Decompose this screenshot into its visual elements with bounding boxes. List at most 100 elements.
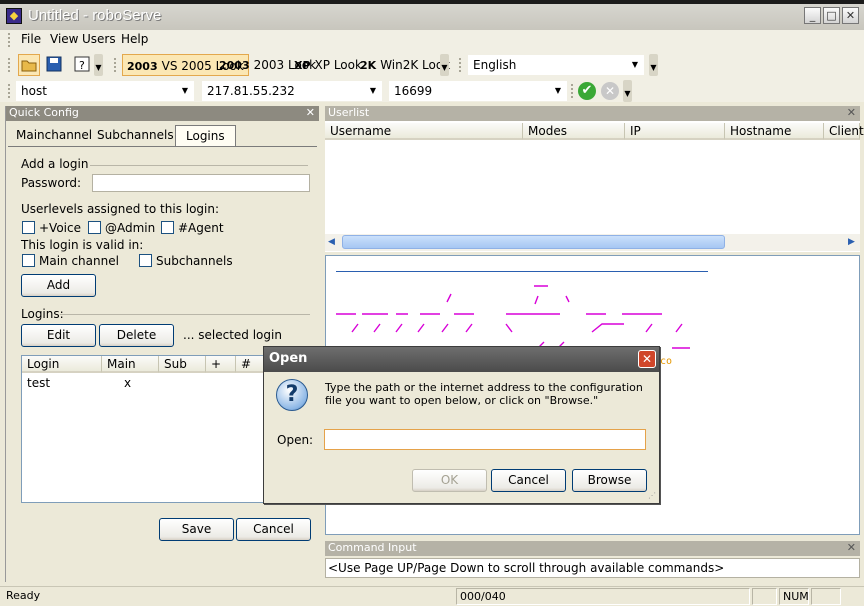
help-icon[interactable]: ? xyxy=(72,54,92,76)
tab-subchannels[interactable]: Subchannels xyxy=(87,125,184,146)
language-value: English xyxy=(473,58,517,72)
status-text: Ready xyxy=(6,589,41,602)
tab-logins[interactable]: Logins xyxy=(175,125,236,146)
col-voice[interactable]: + xyxy=(206,356,236,373)
main-toolbar: ? ▼ 2003 VS 2005 Look 2003 2003 Look XP XP … xyxy=(0,50,864,80)
toolbar-grip[interactable] xyxy=(8,58,11,72)
horizontal-scrollbar[interactable]: ◀ ▶ xyxy=(325,234,860,251)
dialog-cancel-button[interactable]: Cancel xyxy=(491,469,566,492)
toolbar-overflow-icon[interactable]: ▼ xyxy=(94,54,103,76)
menu-bar: File View Users Help xyxy=(0,30,864,50)
agent-label: #Agent xyxy=(178,221,224,235)
scroll-left-icon[interactable]: ◀ xyxy=(328,237,335,247)
ip-value: 217.81.55.232 xyxy=(207,84,295,98)
col-sub[interactable]: Sub xyxy=(159,356,206,373)
connection-overflow-icon[interactable]: ▼ xyxy=(623,80,632,102)
resize-grip-icon[interactable]: ⋰ xyxy=(648,491,656,500)
open-path-input[interactable] xyxy=(324,429,646,450)
save-button[interactable]: Save xyxy=(159,518,234,541)
status-scroll xyxy=(811,588,841,605)
subchannels-checkbox[interactable] xyxy=(139,254,152,267)
title-bar: ◆ Untitled - roboServe _ □ ✕ xyxy=(0,0,864,30)
password-input[interactable] xyxy=(92,174,310,192)
col-client[interactable]: Client xyxy=(824,123,864,140)
admin-checkbox[interactable] xyxy=(88,221,101,234)
status-counter: 000/040 xyxy=(456,588,750,605)
maximize-button[interactable]: □ xyxy=(823,7,840,24)
look-xp-button[interactable]: XP XP Look xyxy=(290,54,366,76)
col-modes[interactable]: Modes xyxy=(523,123,625,140)
toolbar-grip-2[interactable] xyxy=(114,58,117,72)
console-divider xyxy=(336,271,708,272)
browse-button[interactable]: Browse xyxy=(572,469,647,492)
edit-button[interactable]: Edit xyxy=(21,324,96,347)
menu-view[interactable]: View xyxy=(50,32,78,46)
voice-checkbox[interactable] xyxy=(22,221,35,234)
port-value: 16699 xyxy=(394,84,433,98)
host-value: host xyxy=(21,84,47,98)
table-row[interactable]: test x xyxy=(22,375,268,391)
logins-list[interactable]: Login Main Sub + # test x xyxy=(21,355,270,503)
host-select[interactable]: host ▼ xyxy=(16,81,194,101)
ok-button[interactable]: OK xyxy=(412,469,487,492)
delete-button[interactable]: Delete xyxy=(99,324,174,347)
dialog-title-bar: Open xyxy=(264,347,659,372)
language-select[interactable]: English ▼ xyxy=(468,55,644,75)
connection-toolbar: host ▼ 217.81.55.232 ▼ 16699 ▼ ✔ ✕ ▼ xyxy=(0,80,864,102)
looks-overflow-icon[interactable]: ▼ xyxy=(440,54,449,76)
minimize-button[interactable]: _ xyxy=(804,7,821,24)
look-win2k-badge: 2K xyxy=(360,59,377,72)
command-input-title: Command Input xyxy=(328,541,417,554)
connection-grip[interactable] xyxy=(8,84,11,98)
main-channel-checkbox[interactable] xyxy=(22,254,35,267)
quick-config-panel: Quick Config ✕ Mainchannel Subchannels L… xyxy=(5,106,319,582)
status-caps xyxy=(752,588,777,605)
scroll-right-icon[interactable]: ▶ xyxy=(848,237,855,247)
menu-help[interactable]: Help xyxy=(121,32,148,46)
close-icon[interactable]: ✕ xyxy=(847,106,856,120)
close-icon[interactable]: ✕ xyxy=(306,106,315,120)
chevron-down-icon: ▼ xyxy=(369,86,376,95)
save-icon[interactable] xyxy=(44,54,64,76)
col-main[interactable]: Main xyxy=(102,356,159,373)
look-2003-badge: 2003 xyxy=(219,59,250,72)
col-hostname[interactable]: Hostname xyxy=(725,123,824,140)
close-icon[interactable]: ✕ xyxy=(847,541,856,555)
subchannels-label: Subchannels xyxy=(156,254,233,268)
connect-check-icon[interactable]: ✔ xyxy=(578,82,596,100)
look-xp-badge: XP xyxy=(294,59,311,72)
command-input-field[interactable]: <Use Page UP/Page Down to scroll through… xyxy=(325,558,860,578)
language-overflow-icon[interactable]: ▼ xyxy=(649,54,658,76)
question-icon: ? xyxy=(276,379,308,411)
scroll-thumb[interactable] xyxy=(342,235,725,249)
disconnect-icon[interactable]: ✕ xyxy=(601,82,619,100)
cancel-button[interactable]: Cancel xyxy=(236,518,311,541)
port-select[interactable]: 16699 ▼ xyxy=(389,81,567,101)
ip-select[interactable]: 217.81.55.232 ▼ xyxy=(202,81,382,101)
dialog-message: Type the path or the internet address to… xyxy=(325,381,643,407)
menu-users[interactable]: Users xyxy=(82,32,116,46)
close-button[interactable]: ✕ xyxy=(842,7,859,24)
look-vs2005-badge: 2003 xyxy=(127,60,158,73)
password-label: Password: xyxy=(21,176,82,190)
app-icon: ◆ xyxy=(6,8,22,24)
open-folder-icon[interactable] xyxy=(18,54,40,76)
toolbar-grip-3[interactable] xyxy=(459,58,462,72)
agent-checkbox[interactable] xyxy=(161,221,174,234)
connection-grip-2[interactable] xyxy=(571,84,574,98)
screen-top-strip xyxy=(0,0,864,4)
col-login[interactable]: Login xyxy=(22,356,102,373)
window-title: Untitled - roboServe xyxy=(28,7,162,24)
divider xyxy=(90,165,308,166)
dialog-close-icon[interactable]: ✕ xyxy=(638,350,656,368)
svg-text:?: ? xyxy=(79,59,85,72)
col-username[interactable]: Username xyxy=(325,123,523,140)
userlist-header: Userlist ✕ xyxy=(325,106,860,121)
chevron-down-icon: ▼ xyxy=(181,86,188,95)
col-ip[interactable]: IP xyxy=(625,123,725,140)
menu-file[interactable]: File xyxy=(21,32,41,46)
menu-grip[interactable] xyxy=(8,33,11,47)
add-button[interactable]: Add xyxy=(21,274,96,297)
userlevels-label: Userlevels assigned to this login: xyxy=(21,202,220,216)
valid-in-label: This login is valid in: xyxy=(21,238,144,252)
